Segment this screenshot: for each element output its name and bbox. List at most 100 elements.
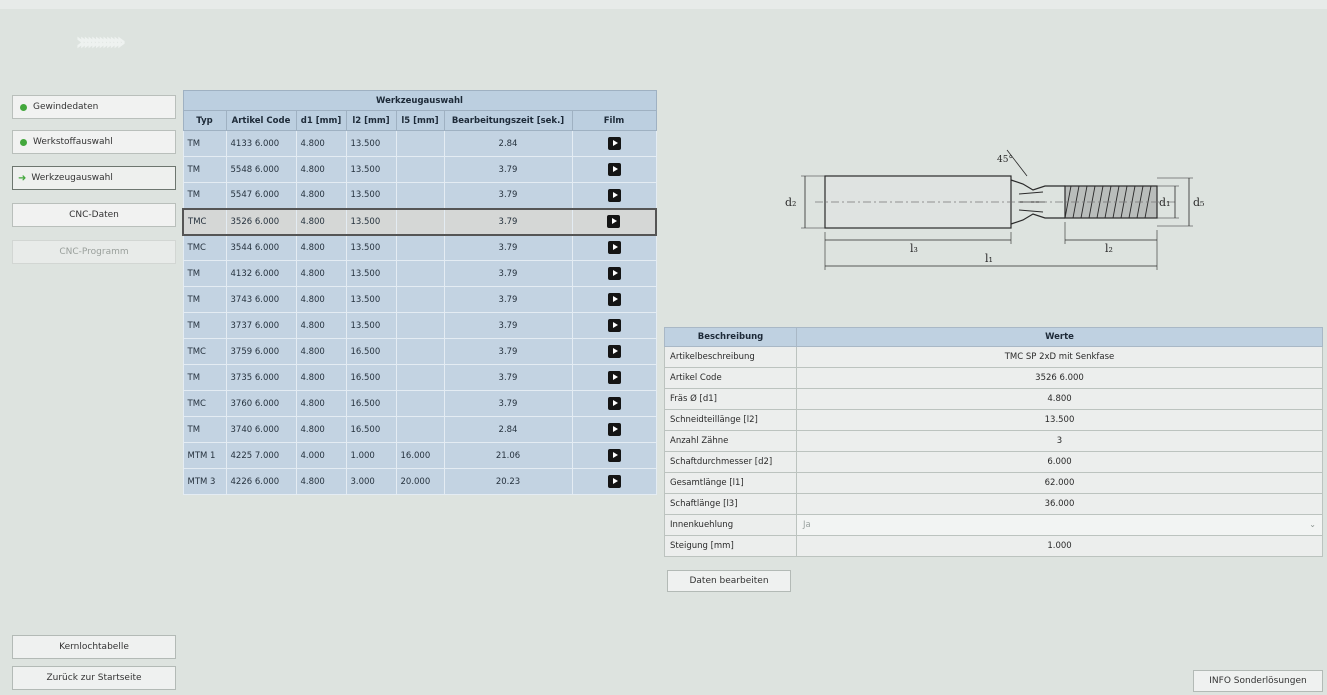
column-header[interactable]: l5 [mm] [395, 110, 445, 131]
kernlochtabelle-button[interactable]: Kernlochtabelle [12, 635, 176, 659]
table-row[interactable]: TM 5548 6.000 4.800 13.500 3.79 [182, 156, 657, 183]
edit-data-button[interactable]: Daten bearbeiten [667, 570, 791, 592]
nav-label: CNC-Programm [59, 247, 129, 257]
play-video-icon[interactable] [607, 241, 621, 255]
label-l3: l₃ [910, 242, 918, 255]
play-video-icon[interactable] [607, 371, 621, 384]
nav-gewindedaten-button[interactable]: Gewindedaten [12, 95, 176, 119]
table-row[interactable]: TM 4133 6.000 4.800 13.500 2.84 [182, 130, 657, 157]
table-cell: 13.500 [345, 234, 397, 261]
film-cell [571, 312, 657, 339]
table-cell: 4.800 [295, 338, 347, 365]
table-cell: 16.500 [345, 390, 397, 417]
film-cell [571, 468, 657, 495]
film-cell [571, 156, 657, 183]
table-row[interactable]: TM 3737 6.000 4.800 13.500 3.79 [182, 312, 657, 339]
detail-value[interactable]: 36.000 [796, 493, 1323, 515]
status-ok-icon [20, 103, 27, 111]
table-cell: 4.800 [295, 182, 347, 209]
table-cell [395, 156, 445, 183]
table-row[interactable]: TMC 3526 6.000 4.800 13.500 3.79 [182, 207, 657, 236]
column-header[interactable]: Film [571, 110, 657, 131]
play-video-icon[interactable] [607, 137, 621, 150]
film-cell [571, 260, 657, 287]
table-cell: 1.000 [345, 442, 397, 469]
table-cell: MTM 1 [182, 442, 227, 469]
table-row[interactable]: MTM 3 4226 6.000 4.800 3.000 20.000 20.23 [182, 468, 657, 495]
table-row[interactable]: TM 3743 6.000 4.800 13.500 3.79 [182, 286, 657, 313]
column-header[interactable]: Typ [182, 110, 227, 131]
play-video-icon[interactable] [607, 188, 621, 202]
table-cell: 4.800 [295, 130, 347, 157]
column-header[interactable]: Artikel Code [225, 110, 297, 131]
detail-key: Steigung [mm] [664, 535, 797, 557]
table-row[interactable]: TM 5547 6.000 4.800 13.500 3.79 [182, 182, 657, 209]
table-row[interactable]: TMC 3544 6.000 4.800 13.500 3.79 [182, 234, 657, 261]
info-sonderloesungen-button[interactable]: INFO Sonderlösungen [1193, 670, 1323, 692]
play-video-icon[interactable] [607, 319, 621, 332]
table-cell: 2.84 [443, 130, 573, 157]
detail-value[interactable]: 62.000 [796, 472, 1323, 494]
film-cell [571, 130, 657, 157]
nav-cnc-programm-button[interactable]: CNC-Programm [12, 240, 176, 264]
film-cell [571, 416, 657, 443]
nav-label: CNC-Daten [69, 210, 119, 220]
table-row[interactable]: TM 3740 6.000 4.800 16.500 2.84 [182, 416, 657, 443]
table-cell: 3.79 [443, 390, 573, 417]
table-cell: 20.23 [443, 468, 573, 495]
detail-value[interactable]: 13.500 [796, 409, 1323, 431]
table-row[interactable]: TM 4132 6.000 4.800 13.500 3.79 [182, 260, 657, 287]
film-cell [571, 364, 657, 391]
play-video-icon[interactable] [607, 397, 621, 410]
detail-key: Artikel Code [664, 367, 797, 389]
detail-value[interactable]: 4.800 [796, 388, 1323, 410]
table-cell: 4.800 [295, 234, 347, 261]
column-header[interactable]: l2 [mm] [345, 110, 397, 131]
table-cell: MTM 3 [182, 468, 227, 495]
table-row: Fräs Ø [d1] 4.800 [664, 388, 1323, 410]
table-cell: 16.500 [345, 416, 397, 443]
play-video-icon[interactable] [607, 475, 621, 488]
table-cell: 13.500 [345, 130, 397, 157]
table-row[interactable]: MTM 1 4225 7.000 4.000 1.000 16.000 21.06 [182, 442, 657, 469]
column-header[interactable]: Bearbeitungszeit [sek.] [443, 110, 573, 131]
play-video-icon[interactable] [607, 293, 621, 306]
table-cell [395, 207, 445, 236]
play-video-icon[interactable] [607, 163, 621, 176]
nav-label: Werkstoffauswahl [33, 137, 113, 147]
nav-cnc-daten-button[interactable]: CNC-Daten [12, 203, 176, 227]
table-cell: 3544 6.000 [225, 234, 297, 261]
table-cell [395, 390, 445, 417]
table-cell: 5548 6.000 [225, 156, 297, 183]
column-header[interactable]: d1 [mm] [295, 110, 347, 131]
label-angle: 45° [997, 155, 1013, 165]
table-cell: TMC [182, 207, 227, 236]
table-row[interactable]: TMC 3760 6.000 4.800 16.500 3.79 [182, 390, 657, 417]
play-video-icon[interactable] [607, 215, 621, 228]
table-cell: 13.500 [345, 182, 397, 209]
table-cell: 16.500 [345, 364, 397, 391]
detail-value[interactable]: 3 [796, 430, 1323, 452]
table-row: Schaftdurchmesser [d2] 6.000 [664, 451, 1323, 473]
table-cell: TM [182, 182, 227, 209]
film-cell [571, 207, 657, 236]
play-video-icon[interactable] [607, 423, 621, 436]
detail-key: Artikelbeschreibung [664, 346, 797, 368]
detail-value[interactable]: 3526 6.000 [796, 367, 1323, 389]
detail-value[interactable]: 6.000 [796, 451, 1323, 473]
table-row[interactable]: TMC 3759 6.000 4.800 16.500 3.79 [182, 338, 657, 365]
innenkuehlung-dropdown[interactable]: Ja ⌄ [796, 514, 1323, 536]
detail-value[interactable]: TMC SP 2xD mit Senkfase [796, 346, 1323, 368]
nav-werkstoffauswahl-button[interactable]: Werkstoffauswahl [12, 130, 176, 154]
table-cell: 21.06 [443, 442, 573, 469]
nav-werkzeugauswahl-button[interactable]: ➜ Werkzeugauswahl [12, 166, 176, 190]
table-cell: 4.800 [295, 364, 347, 391]
back-to-start-button[interactable]: Zurück zur Startseite [12, 666, 176, 690]
play-video-icon[interactable] [607, 267, 621, 280]
label-d2: d₂ [785, 196, 796, 209]
play-video-icon[interactable] [607, 449, 621, 462]
play-video-icon[interactable] [607, 345, 621, 358]
table-cell: 3.79 [443, 312, 573, 339]
button-label: Zurück zur Startseite [46, 673, 142, 683]
table-row[interactable]: TM 3735 6.000 4.800 16.500 3.79 [182, 364, 657, 391]
